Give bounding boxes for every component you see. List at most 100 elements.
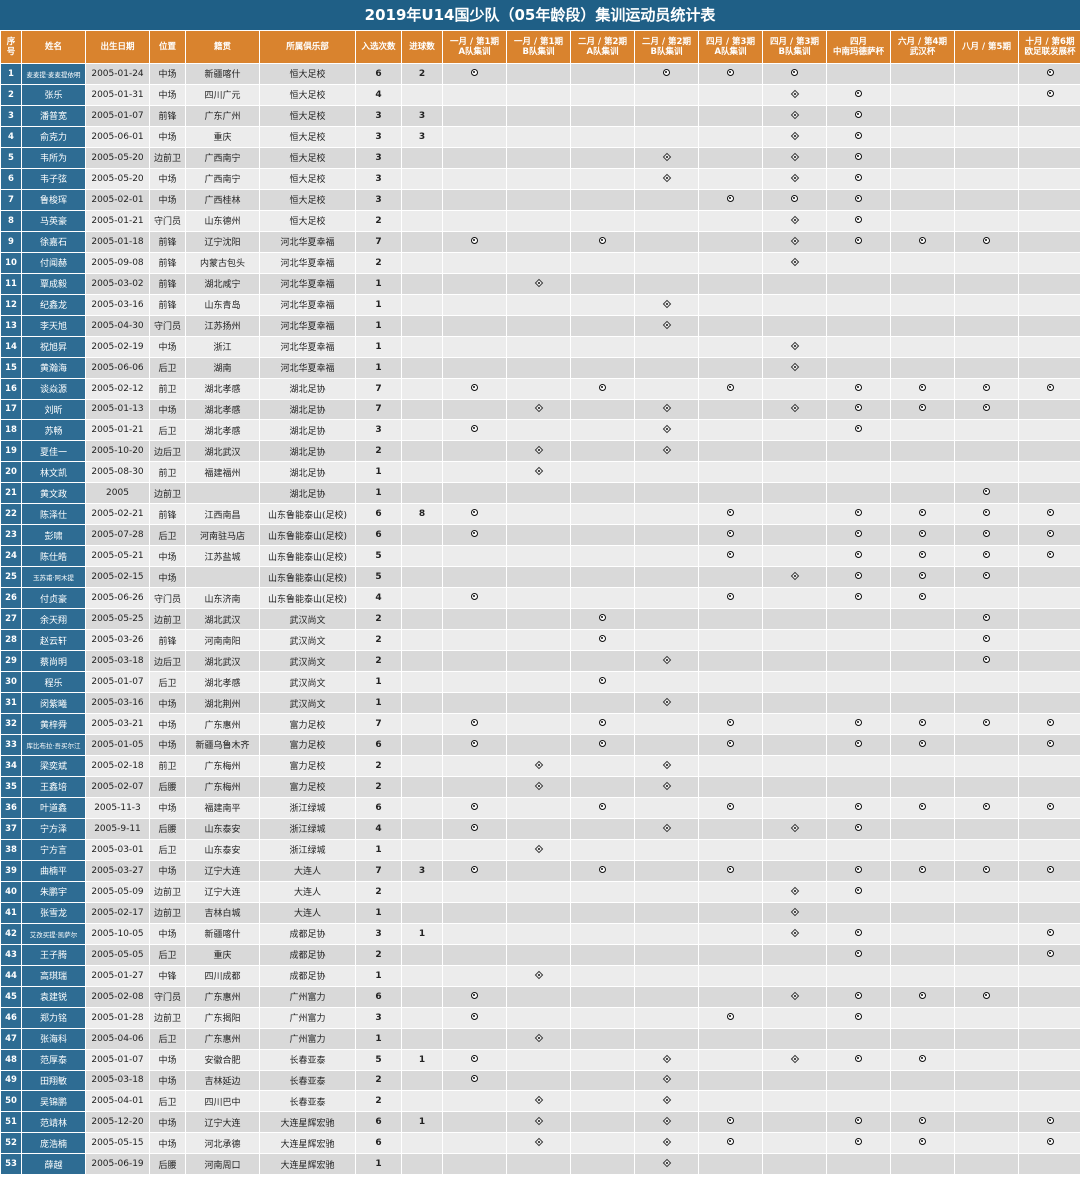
cell-goals: [401, 1027, 443, 1050]
circle-dot-icon: [983, 802, 990, 810]
cell-session: [826, 419, 891, 442]
cell-session: [506, 650, 571, 673]
cell-no: 41: [0, 901, 22, 924]
cell-session: [570, 167, 635, 190]
cell-session: [826, 1027, 891, 1050]
cell-name: 张乐: [21, 83, 86, 106]
cell-session: [826, 230, 891, 253]
column-header: 六月 / 第4期 武汉杯: [890, 30, 955, 64]
cell-session: [442, 608, 507, 631]
cell-birth: 2005-05-09: [85, 880, 150, 903]
cell-name: 祝旭昇: [21, 335, 86, 358]
cell-pos: 边前卫: [149, 608, 186, 631]
cell-session: [890, 1111, 955, 1134]
cell-caps: 1: [355, 671, 402, 694]
cell-club: 大连星辉宏驰: [259, 1111, 356, 1134]
cell-birth: 2005-10-20: [85, 440, 150, 463]
cell-session: [890, 838, 955, 861]
cell-birth: 2005-01-07: [85, 104, 150, 127]
cell-session: [1018, 629, 1080, 652]
table-row: 48 范厚泰 2005-01-07 中场 安徽合肥 长春亚泰 5 1: [0, 1048, 1080, 1071]
cell-no: 8: [0, 209, 22, 232]
cell-session: [634, 335, 699, 358]
cell-origin: 湖北荆州: [185, 692, 260, 715]
cell-name: 程乐: [21, 671, 86, 694]
cell-club: 河北华夏幸福: [259, 335, 356, 358]
cell-session: [698, 901, 763, 924]
cell-session: [506, 629, 571, 652]
circle-dot-icon: [1046, 739, 1054, 747]
cell-session: [826, 629, 891, 652]
cell-session: [1018, 83, 1080, 106]
diamond-dot-icon: [790, 110, 799, 120]
table-row: 12 纪鑫龙 2005-03-16 前锋 山东青岛 河北华夏幸福 1: [0, 293, 1080, 316]
cell-session: [826, 671, 891, 694]
cell-caps: 6: [355, 1132, 402, 1155]
cell-session: [506, 335, 571, 358]
cell-caps: 7: [355, 713, 402, 735]
circle-dot-icon: [727, 1117, 734, 1125]
cell-caps: 4: [355, 587, 402, 610]
circle-dot-icon: [471, 1054, 478, 1062]
cell-club: 大连人: [259, 880, 356, 903]
cell-goals: [401, 964, 443, 987]
cell-name: 袁建锐: [21, 985, 86, 1008]
cell-session: [890, 125, 955, 148]
cell-goals: [401, 1132, 443, 1155]
cell-session: [698, 167, 763, 190]
circle-dot-icon: [599, 802, 606, 810]
cell-club: 恒大足校: [259, 188, 356, 211]
cell-session: [762, 587, 827, 610]
cell-session: [442, 146, 507, 169]
cell-no: 18: [0, 419, 22, 442]
cell-session: [634, 1006, 699, 1029]
cell-session: [442, 880, 507, 903]
cell-session: [442, 1027, 507, 1050]
cell-session: [826, 503, 891, 526]
cell-session: [570, 1027, 635, 1050]
cell-caps: 7: [355, 230, 402, 253]
cell-session: [1018, 104, 1080, 127]
cell-session: [634, 356, 699, 379]
diamond-dot-icon: [662, 173, 671, 183]
cell-birth: 2005-03-02: [85, 272, 150, 295]
table-row: 7 鲁梭珲 2005-02-01 中场 广西桂林 恒大足校 3: [0, 188, 1080, 211]
circle-dot-icon: [727, 551, 734, 559]
circle-dot-icon: [919, 1138, 926, 1146]
cell-pos: 守门员: [149, 985, 186, 1008]
cell-club: 武汉尚文: [259, 671, 356, 694]
cell-session: [506, 775, 571, 798]
cell-session: [442, 1048, 507, 1071]
cell-session: [954, 209, 1019, 232]
cell-session: [762, 104, 827, 127]
circle-dot-icon: [983, 991, 990, 999]
cell-session: [634, 461, 699, 484]
cell-session: [698, 419, 763, 442]
diamond-dot-icon: [790, 236, 799, 245]
cell-session: [698, 964, 763, 987]
cell-no: 11: [0, 272, 22, 295]
cell-session: [826, 167, 891, 190]
cell-session: [698, 146, 763, 169]
cell-caps: 6: [355, 734, 402, 756]
circle-dot-icon: [1046, 1117, 1054, 1125]
table-row: 29 蔡尚明 2005-03-18 边后卫 湖北武汉 武汉尚文 2: [0, 650, 1080, 673]
cell-session: [442, 985, 507, 1008]
cell-session: [954, 230, 1019, 253]
cell-session: [442, 335, 507, 358]
cell-club: 恒大足校: [259, 63, 356, 85]
cell-session: [826, 125, 891, 148]
cell-caps: 1: [355, 1027, 402, 1050]
cell-session: [442, 167, 507, 190]
cell-session: [890, 377, 955, 400]
cell-session: [506, 314, 571, 337]
cell-session: [506, 734, 571, 756]
cell-name: 宁方泽: [21, 817, 86, 840]
cell-session: [890, 1069, 955, 1092]
cell-caps: 7: [355, 859, 402, 882]
cell-club: 成都足协: [259, 943, 356, 966]
cell-name: 黄瀚海: [21, 356, 86, 379]
diamond-dot-icon: [534, 1033, 543, 1042]
cell-session: [698, 545, 763, 568]
cell-session: [698, 63, 763, 85]
